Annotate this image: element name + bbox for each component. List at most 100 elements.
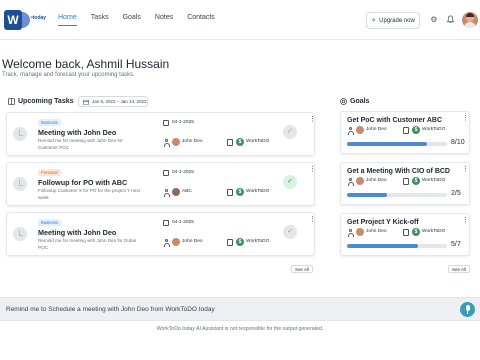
complete-task-button[interactable]: ✓ [283,225,297,239]
calendar-icon [83,99,89,105]
microphone-icon[interactable] [460,302,475,317]
logo-letters: W [4,10,22,30]
goal-progress-fill [347,244,418,248]
clock-icon [13,127,27,141]
building-icon [227,189,233,196]
person-icon [347,127,354,135]
goals-see-all-button[interactable]: See All [448,265,471,273]
notification-bell-icon[interactable] [445,15,455,25]
task-date: 04-1-2025 [172,120,194,125]
task-assignee: John Deo [182,239,203,244]
more-options-icon[interactable]: ⋮ [309,166,316,173]
nav-tasks[interactable]: Tasks [91,14,109,26]
settings-gear-icon[interactable]: ⚙ [429,15,439,25]
page-subtitle: Track, manage and forecast your upcoming… [2,72,135,78]
sparkle-icon: ✧ [371,18,377,24]
date-range-picker[interactable]: Jan 6, 2022 – Jan 13, 2022 [78,96,148,107]
goal-assignee: John Deo [366,229,387,234]
goal-count: 2/5 [451,190,461,197]
task-org: WorkToDO [246,239,270,244]
goal-progress-bar [347,244,447,248]
complete-task-button[interactable]: ✓ [283,175,297,189]
assignee-avatar [356,126,364,134]
user-avatar[interactable] [462,12,478,28]
upgrade-button[interactable]: ✧ Upgrade now [366,12,420,29]
task-date: 04-1-2025 [172,220,194,225]
task-title: Meeting with John Deo [38,128,117,137]
nav-home[interactable]: Home [58,14,77,26]
date-range-label: Jan 6, 2022 – Jan 13, 2022 [92,99,147,104]
nav-notes[interactable]: Notes [155,14,173,26]
org-badge-icon: $ [412,126,420,134]
task-card[interactable]: Personal Followup for PO with ABC Follow… [6,162,316,206]
nav-contacts[interactable]: Contacts [187,14,215,26]
assistant-prompt-bar[interactable]: Remind me to Schedule a meeting with Joh… [0,297,480,321]
task-description: Remind me for meeting with John Deo for … [38,138,123,150]
person-icon [347,229,354,237]
goal-progress-bar [347,142,447,146]
task-tag: Personal [38,169,61,176]
goal-count: 5/7 [451,241,461,248]
task-org: WorkToDO [246,189,270,194]
nav-goals[interactable]: Goals [123,14,141,26]
more-options-icon[interactable]: ⋮ [462,115,469,122]
upgrade-label: Upgrade now [379,17,415,24]
building-icon [227,239,233,246]
calendar-icon [163,120,169,126]
assignee-avatar [356,228,364,236]
goals-title: Goals [350,98,370,105]
goal-progress-fill [347,142,427,146]
task-card[interactable]: Business Meeting with John Deo Remind me… [6,112,316,156]
more-options-icon[interactable]: ⋮ [462,217,469,224]
assistant-disclaimer: WorkToDo.today AI Assistant is not respo… [156,326,324,332]
goal-title: Get a Meeting With CIO of BCD [347,168,450,175]
org-badge-icon: $ [236,188,244,196]
goal-org: WorkToDO [422,127,446,132]
complete-task-button[interactable]: ✓ [283,125,297,139]
more-options-icon[interactable]: ⋮ [309,216,316,223]
org-badge-icon: $ [236,238,244,246]
calendar-icon [163,170,169,176]
goal-org: WorkToDO [422,178,446,183]
calendar-icon [163,220,169,226]
goals-header: Goals [340,98,369,105]
task-assignee: ABC [182,189,192,194]
goal-org: WorkToDO [422,229,446,234]
logo-suffix: •today [31,15,47,21]
clock-icon [13,177,27,191]
goal-card[interactable]: Get PoC with Customer ABC John Deo $ Wor… [340,111,470,154]
org-badge-icon: $ [412,177,420,185]
assistant-prompt-input[interactable]: Remind me to Schedule a meeting with Joh… [6,306,215,313]
goal-card[interactable]: Get a Meeting With CIO of BCD John Deo $… [340,162,470,205]
clock-icon [13,227,27,241]
task-title: Followup for PO with ABC [38,178,128,187]
task-title: Meeting with John Deo [38,228,117,237]
assignee-avatar [172,238,180,246]
task-description: Remind me for meeting with John Deo for … [38,238,137,250]
task-card[interactable]: Business Meeting with John Deo Remind me… [6,212,316,256]
more-options-icon[interactable]: ⋮ [309,116,316,123]
app-logo[interactable]: W •today [4,10,47,30]
goal-card[interactable]: Get Project Y Kick-off John Deo $ WorkTo… [340,213,470,256]
main-nav: Home Tasks Goals Notes Contacts [58,14,229,26]
tasks-see-all-button[interactable]: See All [291,265,314,273]
building-icon [403,178,409,185]
assignee-avatar [172,188,180,196]
goal-count: 8/10 [451,139,465,146]
top-bar: W •today Home Tasks Goals Notes Contacts… [0,0,480,40]
task-description: Followup Customer X for PO for the proje… [38,188,140,200]
task-date: 04-1-2025 [172,170,194,175]
goal-progress-bar [347,193,447,197]
book-icon [8,98,15,105]
task-tag: Business [38,119,61,126]
person-icon [163,139,170,147]
building-icon [227,139,233,146]
org-badge-icon: $ [236,138,244,146]
avatar-hair [466,13,474,17]
goal-assignee: John Deo [366,127,387,132]
person-icon [163,239,170,247]
task-assignee: John Deo [182,139,203,144]
building-icon [403,229,409,236]
more-options-icon[interactable]: ⋮ [462,166,469,173]
goal-title: Get Project Y Kick-off [347,219,419,226]
